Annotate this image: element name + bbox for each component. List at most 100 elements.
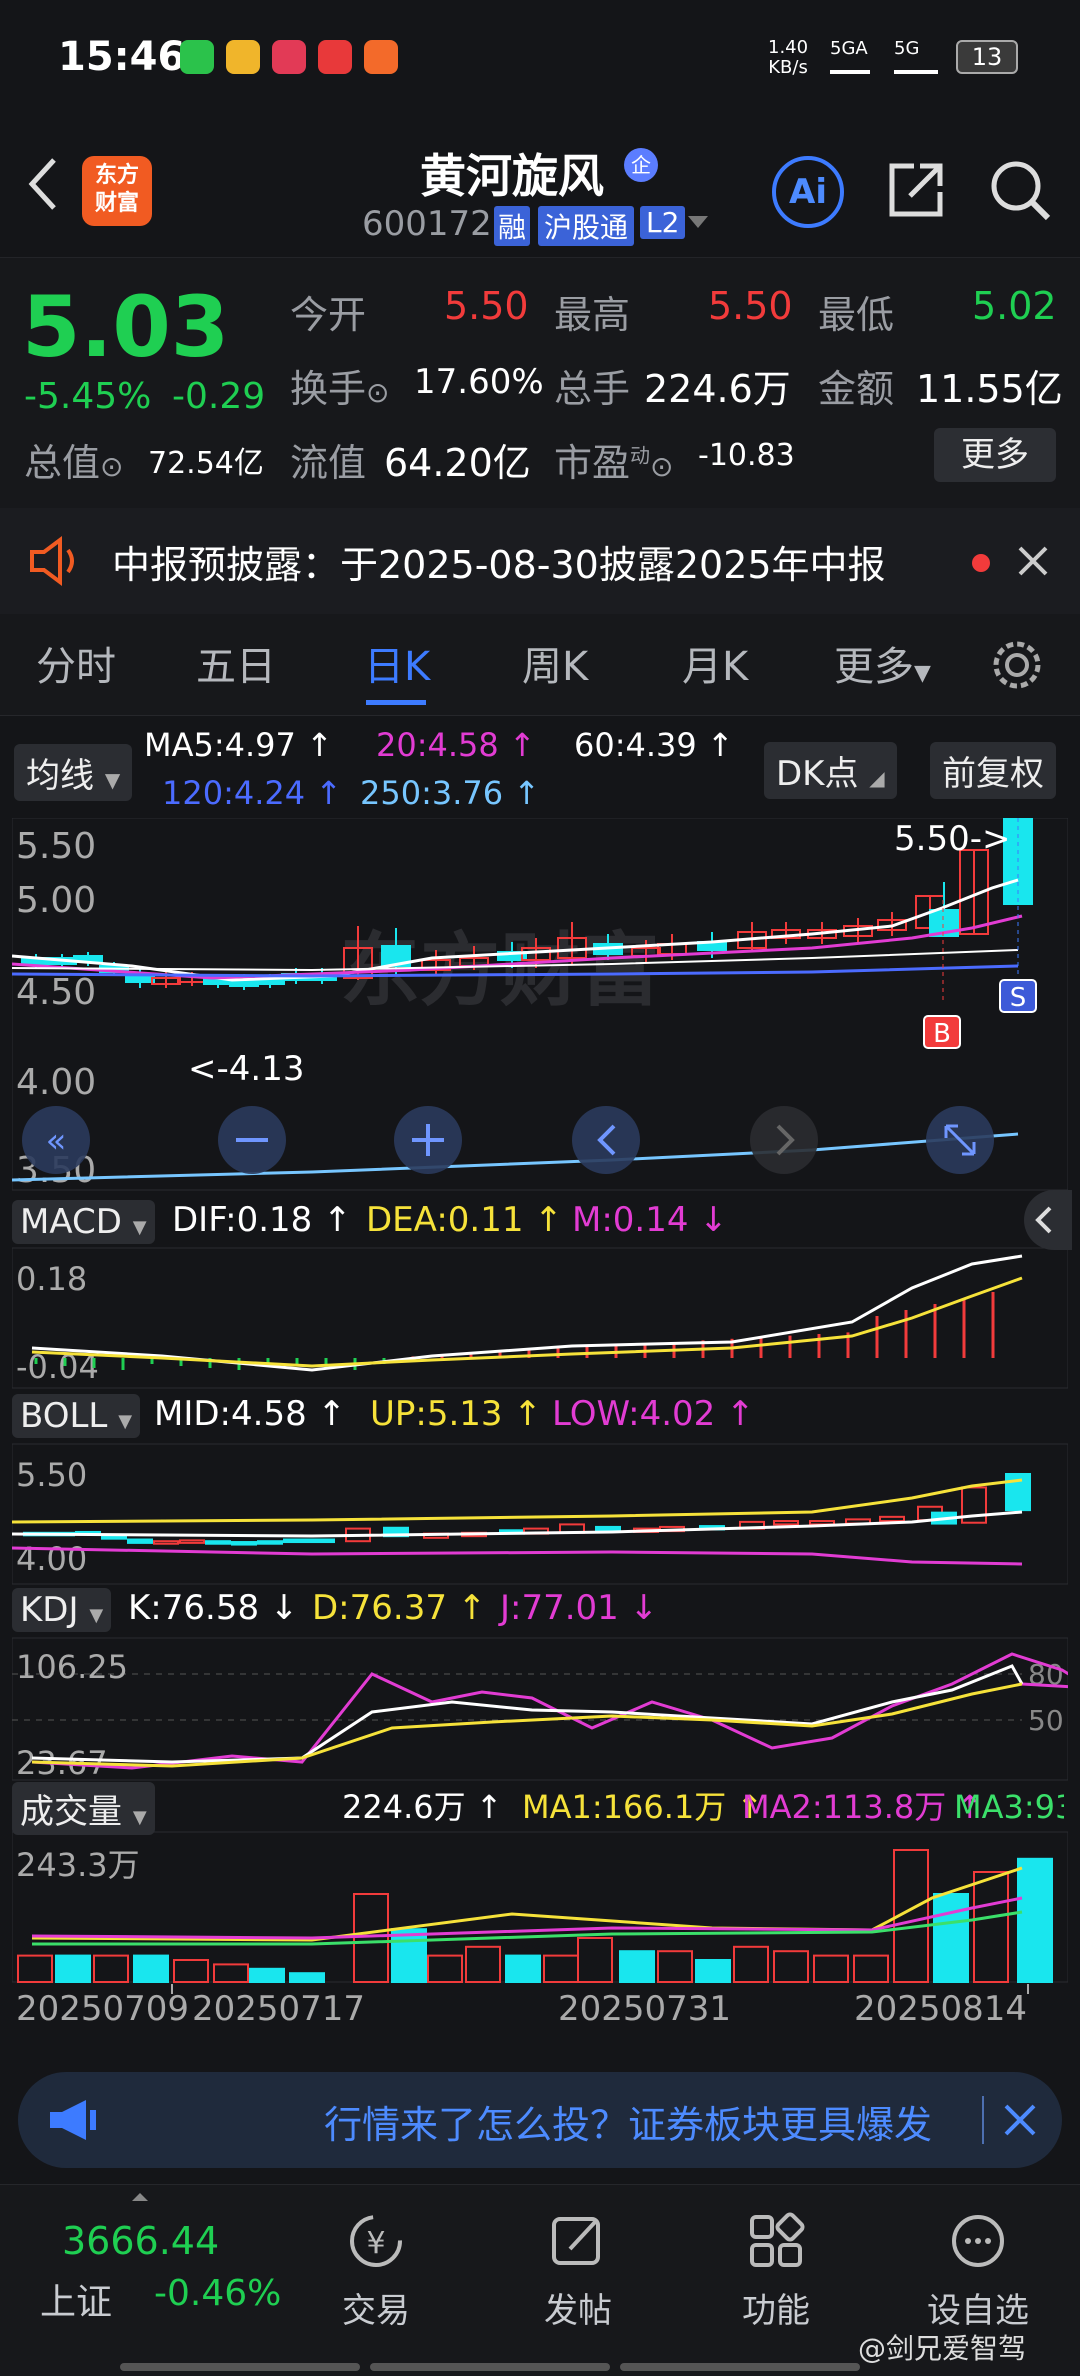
ma250-value: 250:3.76 ↑ (360, 774, 541, 812)
enterprise-badge: 企 (624, 148, 658, 182)
edit-icon (552, 2217, 600, 2265)
macd-selector[interactable]: MACD ▼ (12, 1200, 155, 1244)
stock-name: 黄河旋风 (420, 149, 604, 203)
grid-icon (750, 2212, 805, 2267)
kdj-k-line (31, 1664, 1024, 1764)
close-icon[interactable] (1016, 544, 1050, 578)
notice-bar[interactable]: 中报预披露：于2025-08-30披露2025年中报 (0, 508, 1080, 614)
settings-button[interactable] (990, 638, 1044, 692)
tab-indicator (366, 700, 426, 705)
notice-text: 中报预披露：于2025-08-30披露2025年中报 (112, 543, 886, 587)
kdj-k: K:76.58 ↓ (128, 1588, 299, 1628)
quote-panel: 5.03 -5.45% -0.29 今开 5.50 最高 5.50 最低 5.0… (0, 258, 1080, 508)
caret-down-icon: ▼ (132, 1217, 147, 1238)
volume-bar (973, 1871, 1009, 1983)
macd-y-label: 0.18 (16, 1260, 87, 1298)
open-value: 5.50 (444, 284, 529, 328)
boll-candle (283, 1538, 309, 1544)
chevron-left-icon (1035, 1206, 1052, 1234)
stock-code: 600172 (362, 204, 492, 244)
caret-down-icon: ▼ (104, 768, 121, 792)
macd-dif: DIF:0.18 ↑ (172, 1200, 352, 1240)
ma120-value: 120:4.24 ↑ (162, 774, 343, 812)
volume-selector[interactable]: 成交量 ▼ (12, 1782, 155, 1835)
macd-m: M:0.14 ↓ (572, 1200, 728, 1240)
close-icon[interactable] (1002, 2102, 1038, 2138)
tab-five-day[interactable]: 五日 (196, 634, 276, 692)
signal-icon (894, 58, 938, 74)
search-button[interactable] (986, 156, 1054, 224)
collapse-panel-button[interactable] (1024, 1190, 1072, 1250)
more-button[interactable]: 更多 (934, 428, 1056, 482)
pe-label: 市盈动⊙ (554, 441, 674, 485)
high-value: 5.50 (708, 284, 793, 328)
volume-bar (853, 1954, 889, 1983)
buy-marker-label: B (933, 1019, 951, 1049)
speaker-icon (30, 536, 74, 586)
tab-intraday[interactable]: 分时 (36, 634, 116, 692)
nav-post[interactable]: 发帖 (508, 2211, 648, 2332)
tab-more[interactable]: 更多▼ (834, 634, 931, 692)
tag-hgt: 沪股通 (538, 206, 635, 246)
index-pct: -0.46% (154, 2273, 282, 2314)
volume-bar (577, 1937, 613, 1983)
next-button[interactable] (750, 1106, 818, 1174)
bottom-nav: 3666.44 上证 -0.46% ¥ 交易 发帖 功能 设自选 @剑兄爱智驾 (0, 2184, 1080, 2376)
tab-monthly-k[interactable]: 月K (682, 634, 748, 692)
boll-selector[interactable]: BOLL ▼ (12, 1394, 141, 1438)
change-percent: -5.45% (24, 376, 152, 417)
ma-legend: 均线 ▼ MA5:4.97 ↑ 20:4.58 ↑ 60:4.39 ↑ 120:… (0, 718, 1080, 818)
chevron-down-icon[interactable] (688, 216, 708, 228)
back-button[interactable] (18, 154, 68, 214)
kdj-series (31, 1652, 1080, 1770)
ai-button[interactable]: Ai (772, 156, 844, 228)
mcap-value: 72.54亿 (148, 446, 264, 481)
tab-daily-k[interactable]: 日K (364, 634, 430, 692)
current-price: 5.03 (22, 278, 230, 376)
index-value[interactable]: 3666.44 (62, 2219, 219, 2263)
unread-dot (972, 554, 990, 572)
volume-bar (93, 1954, 129, 1983)
volume-ma1: MA1:166.1万 ↑ (522, 1788, 764, 1826)
divider (982, 2096, 984, 2144)
volume-bar (813, 1954, 849, 1983)
kdj-d: D:76.37 ↑ (312, 1588, 487, 1628)
amount-value: 11.55亿 (916, 367, 1063, 411)
volume-bar (619, 1950, 655, 1983)
share-button[interactable] (884, 158, 948, 222)
kline-charts[interactable]: 5.50 5.00 4.50 4.00 3.50 东方财富 5.50-> <-4… (11, 817, 1080, 2054)
chart-canvas[interactable]: 5.50 5.00 4.50 4.00 3.50 东方财富 5.50-> <-4… (11, 817, 1080, 2054)
low-value: 5.02 (972, 284, 1057, 328)
ma-selector[interactable]: 均线 ▼ (14, 744, 133, 801)
boll-candle (179, 1539, 205, 1544)
volume-label: 总手 (554, 367, 631, 411)
volume-bar (173, 1959, 209, 1983)
net-speed: 1.40 KB/s (768, 37, 809, 78)
adjust-button[interactable]: 前复权 (930, 742, 1056, 799)
nav-function[interactable]: 功能 (706, 2211, 846, 2332)
nav-trade[interactable]: ¥ 交易 (306, 2211, 446, 2332)
index-name: 上证 (40, 2282, 113, 2323)
boll-candle (205, 1540, 231, 1545)
info-icon: ⊙ (650, 450, 674, 483)
prev-button[interactable] (572, 1106, 640, 1174)
float-value: 64.20亿 (384, 441, 531, 485)
signal-icon (830, 58, 870, 74)
dk-point-button[interactable]: DK点 ◢ (764, 742, 897, 799)
tab-weekly-k[interactable]: 周K (522, 634, 588, 692)
wechat-icon (180, 40, 214, 74)
boll-y-label: 4.00 (16, 1540, 87, 1578)
promo-banner[interactable]: 行情来了怎么投？证券板块更具爆发 (18, 2072, 1062, 2168)
pe-value: -10.83 (698, 438, 795, 473)
stock-header: 东方 财富 黄河旋风 企 600172 融 沪股通 L2 Ai (0, 120, 1080, 258)
low-label: 最低 (818, 293, 895, 337)
nav-watchlist[interactable]: 设自选 (908, 2211, 1048, 2332)
volume-bar (933, 1893, 969, 1983)
promo-text: 行情来了怎么投？证券板块更具爆发 (324, 2103, 933, 2147)
ma60-value: 60:4.39 ↑ (574, 726, 734, 764)
date-label: 20250717 (192, 1989, 365, 2029)
high-label: 最高 (554, 293, 631, 337)
kdj-selector[interactable]: KDJ ▼ (12, 1588, 112, 1632)
search-icon (991, 161, 1051, 221)
app-icon (318, 40, 352, 74)
